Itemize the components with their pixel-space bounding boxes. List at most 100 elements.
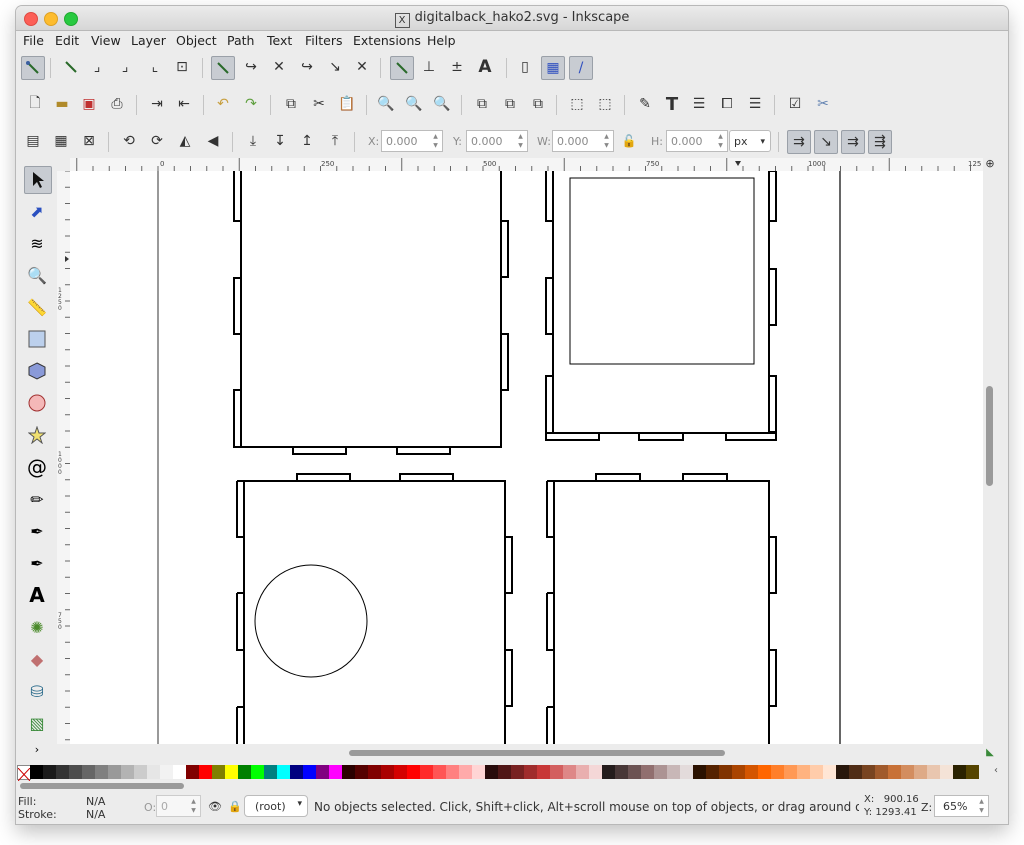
color-swatch[interactable]: [147, 765, 160, 779]
color-swatch[interactable]: [576, 765, 589, 779]
color-swatch[interactable]: [615, 765, 628, 779]
color-swatch[interactable]: [537, 765, 550, 779]
color-swatch[interactable]: [849, 765, 862, 779]
snap-grid-button[interactable]: ▦: [541, 56, 565, 80]
3d-box-tool-icon[interactable]: [24, 358, 50, 384]
horizontal-scroll-thumb[interactable]: [349, 750, 725, 756]
color-swatch[interactable]: [303, 765, 316, 779]
box-panel-bottom-right[interactable]: [546, 473, 777, 744]
ungroup-icon[interactable]: ⬚: [594, 93, 616, 115]
y-spinner[interactable]: ▲ ▼: [515, 132, 526, 150]
duplicate-icon[interactable]: ⧉: [471, 93, 493, 115]
pencil-tool-icon[interactable]: ✏: [24, 486, 50, 512]
menu-path[interactable]: Path: [227, 33, 254, 48]
color-swatch[interactable]: [264, 765, 277, 779]
copy-icon[interactable]: ⧉: [280, 93, 302, 115]
group-icon[interactable]: ⬚: [566, 93, 588, 115]
eraser-tool-icon[interactable]: ◆: [24, 646, 50, 672]
snap-nodes-button[interactable]: [211, 56, 235, 80]
color-swatch[interactable]: [199, 765, 212, 779]
paste-icon[interactable]: 📋: [336, 93, 358, 115]
snap-centers-icon[interactable]: ✕: [351, 56, 373, 78]
menu-edit[interactable]: Edit: [55, 33, 79, 48]
move-gradients-button[interactable]: ⇉: [841, 130, 865, 154]
color-swatch[interactable]: [940, 765, 953, 779]
color-swatch[interactable]: [498, 765, 511, 779]
color-swatch[interactable]: [381, 765, 394, 779]
zoom-drawing-icon[interactable]: 🔍: [403, 93, 425, 115]
color-swatch[interactable]: [641, 765, 654, 779]
hide-layer-icon[interactable]: 👁: [208, 800, 222, 813]
unit-select[interactable]: px ▾: [729, 130, 771, 152]
raise-icon[interactable]: ↥: [296, 130, 318, 152]
scale-corners-button[interactable]: ↘: [814, 130, 838, 154]
color-swatch[interactable]: [602, 765, 615, 779]
color-swatch[interactable]: [82, 765, 95, 779]
color-swatch[interactable]: [654, 765, 667, 779]
layer-select[interactable]: (root) ▾: [244, 795, 308, 817]
w-spinner[interactable]: ▲ ▼: [601, 132, 612, 150]
xml-editor-icon[interactable]: ⧠: [716, 93, 738, 115]
circle-cutout[interactable]: [254, 564, 368, 678]
rotate-cw-icon[interactable]: ⟳: [146, 130, 168, 152]
box-panel-bottom-left[interactable]: [236, 473, 513, 744]
spray-tool-icon[interactable]: ✺: [24, 614, 50, 640]
open-folder-icon[interactable]: ▬: [51, 93, 73, 115]
color-swatch[interactable]: [745, 765, 758, 779]
undo-icon[interactable]: ↶: [212, 93, 234, 115]
color-swatch[interactable]: [394, 765, 407, 779]
pen-tool-icon[interactable]: ✒: [24, 518, 50, 544]
text-tool-icon[interactable]: A: [24, 582, 50, 608]
snap-text-baseline-icon[interactable]: A: [474, 56, 496, 78]
box-panel-top-left[interactable]: [233, 171, 509, 455]
snap-bbox-midpoint-icon[interactable]: ⌞: [144, 56, 166, 78]
color-swatch[interactable]: [888, 765, 901, 779]
x-input[interactable]: 0.000 ▲ ▼: [381, 130, 443, 152]
select-all-icon[interactable]: ▤: [22, 130, 44, 152]
menu-object[interactable]: Object: [176, 33, 217, 48]
clone-icon[interactable]: ⧉: [499, 93, 521, 115]
color-swatch[interactable]: [511, 765, 524, 779]
color-swatch[interactable]: [472, 765, 485, 779]
color-swatch[interactable]: [823, 765, 836, 779]
unlink-clone-icon[interactable]: ⧉: [527, 93, 549, 115]
color-swatch[interactable]: [121, 765, 134, 779]
text-font-icon[interactable]: T: [661, 93, 683, 115]
snap-bbox-corner-icon[interactable]: ⌟: [114, 56, 136, 78]
measure-tool-icon[interactable]: 📏: [24, 294, 50, 320]
snap-smooth-nodes-icon[interactable]: ↪: [296, 56, 318, 78]
vertical-scrollbar[interactable]: [983, 171, 997, 744]
color-swatch[interactable]: [706, 765, 719, 779]
menu-view[interactable]: View: [91, 33, 121, 48]
snap-page-border-icon[interactable]: ▯: [514, 56, 536, 78]
inner-window-rectangle[interactable]: [569, 177, 755, 365]
raise-top-icon[interactable]: ⤒: [324, 130, 346, 152]
snap-object-center-icon[interactable]: ⊥: [418, 56, 440, 78]
color-swatch[interactable]: [420, 765, 433, 779]
flip-vertical-icon[interactable]: ◀: [202, 130, 224, 152]
color-swatch[interactable]: [862, 765, 875, 779]
color-swatch[interactable]: [758, 765, 771, 779]
snap-bbox-edge-icon[interactable]: ⌟: [86, 56, 108, 78]
color-swatch[interactable]: [316, 765, 329, 779]
color-swatch[interactable]: [368, 765, 381, 779]
cut-icon[interactable]: ✂: [308, 93, 330, 115]
color-swatch[interactable]: [628, 765, 641, 779]
color-swatch[interactable]: [680, 765, 693, 779]
zoom-page-icon[interactable]: 🔍: [431, 93, 453, 115]
color-swatch[interactable]: [238, 765, 251, 779]
color-swatch[interactable]: [784, 765, 797, 779]
drawing-canvas[interactable]: [70, 171, 983, 744]
color-swatch[interactable]: [342, 765, 355, 779]
toolbox-more-chevron-icon[interactable]: ›: [24, 736, 50, 762]
deselect-icon[interactable]: ⊠: [78, 130, 100, 152]
color-swatch[interactable]: [56, 765, 69, 779]
color-swatch[interactable]: [810, 765, 823, 779]
rectangle-tool-icon[interactable]: [24, 326, 50, 352]
vertical-scroll-thumb[interactable]: [986, 386, 993, 486]
move-patterns-button[interactable]: ⇶: [868, 130, 892, 154]
color-swatch[interactable]: [290, 765, 303, 779]
lock-ratio-icon[interactable]: 🔓: [618, 130, 640, 152]
print-icon[interactable]: ⎙: [106, 93, 128, 115]
h-input[interactable]: 0.000 ▲ ▼: [666, 130, 728, 152]
